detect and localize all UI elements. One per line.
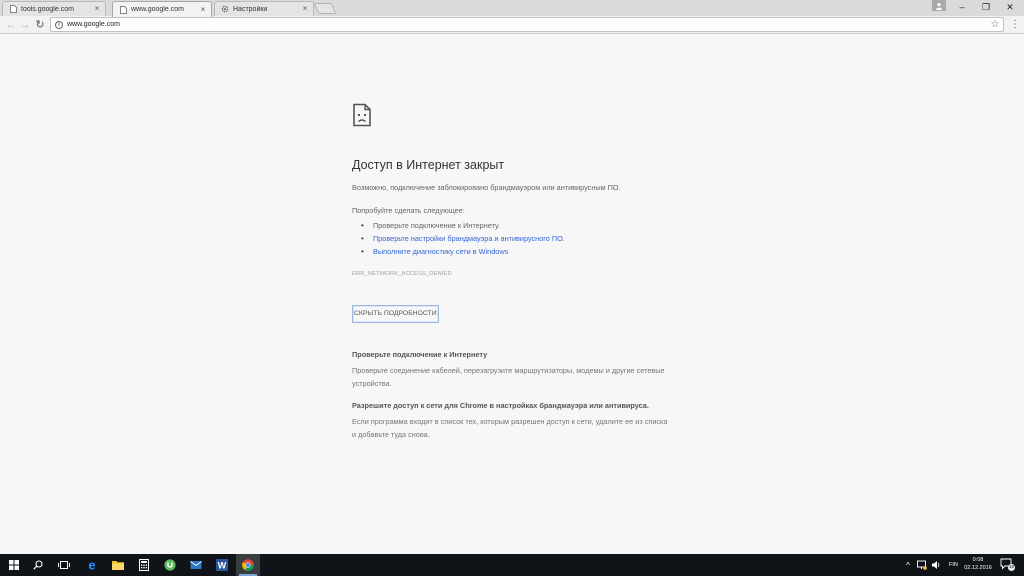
minimize-button[interactable]: – <box>950 0 974 14</box>
tab-tools-google[interactable]: tools.google.com × <box>2 1 106 16</box>
volume-icon[interactable] <box>931 560 941 570</box>
action-center-button[interactable]: 19 <box>1000 558 1016 572</box>
clock-date: 02.12.2016 <box>964 565 992 571</box>
error-description: Возможно, подключение заблокировано бран… <box>352 183 621 192</box>
detail-heading: Разрешите доступ к сети для Chrome в нас… <box>352 401 649 410</box>
tray-chevron-icon[interactable]: ^ <box>903 561 913 570</box>
chrome-button[interactable] <box>236 554 260 576</box>
back-button[interactable]: ← <box>4 18 18 32</box>
info-icon[interactable]: i <box>55 20 63 29</box>
new-tab-button[interactable] <box>313 3 337 14</box>
calculator-button[interactable] <box>132 554 156 576</box>
profile-button[interactable] <box>932 0 946 11</box>
word-button[interactable]: W <box>210 554 234 576</box>
hide-details-button[interactable]: СКРЫТЬ ПОДРОБНОСТИ <box>352 305 439 323</box>
file-explorer-icon <box>112 561 124 570</box>
utorrent-icon <box>164 559 176 571</box>
mail-icon <box>190 561 202 569</box>
person-icon <box>936 2 942 10</box>
word-icon: W <box>216 559 228 571</box>
address-bar[interactable]: i www.google.com ☆ <box>50 17 1004 32</box>
browser-window: tools.google.com × www.google.com × Наст… <box>0 0 1024 576</box>
error-container: Доступ в Интернет закрыт Возможно, подкл… <box>352 103 692 441</box>
detail-allow-chrome: Разрешите доступ к сети для Chrome в нас… <box>352 401 692 441</box>
detail-text: Проверьте соединение кабелей, перезагруз… <box>352 366 665 388</box>
tab-www-google[interactable]: www.google.com × <box>112 1 212 17</box>
detail-heading: Проверьте подключение к Интернету <box>352 350 488 359</box>
detail-check-connection: Проверьте подключение к Интернету Провер… <box>352 350 692 390</box>
page-icon <box>9 5 17 13</box>
error-code: ERR_NETWORK_ACCESS_DENIED <box>352 271 452 277</box>
tab-title: tools.google.com <box>21 5 74 13</box>
system-tray: ^ FIN <box>903 554 958 576</box>
search-icon <box>33 560 43 570</box>
check-firewall-link[interactable]: Проверьте настройки брандмауэра и антиви… <box>373 234 565 243</box>
bookmark-star-icon[interactable]: ☆ <box>989 19 1001 30</box>
tab-strip: tools.google.com × www.google.com × Наст… <box>0 0 1024 17</box>
network-icon[interactable] <box>917 560 927 570</box>
clock-time: 0:08 <box>972 557 984 563</box>
chrome-icon <box>242 559 254 571</box>
utorrent-button[interactable] <box>158 554 182 576</box>
close-icon[interactable]: × <box>199 5 207 14</box>
edge-icon: e <box>88 559 95 571</box>
language-indicator[interactable]: FIN <box>949 562 958 568</box>
windows-taskbar: e W ^ FIN 0:08 02.12.2016 19 <box>0 554 1024 576</box>
close-icon[interactable]: × <box>93 5 101 13</box>
forward-button[interactable]: → <box>18 18 32 32</box>
url-text[interactable]: www.google.com <box>67 21 989 28</box>
notification-count: 19 <box>1008 564 1014 569</box>
chrome-menu-button[interactable]: ⋮ <box>1010 19 1020 31</box>
start-icon <box>9 560 19 570</box>
task-view-icon <box>58 561 70 569</box>
close-window-button[interactable]: ✕ <box>998 0 1022 14</box>
sad-page-icon <box>353 103 371 127</box>
tab-title: www.google.com <box>131 6 184 13</box>
tab-title: Настройки <box>233 5 268 13</box>
suggestions-list: Проверьте подключение к Интернету. Прове… <box>361 219 692 258</box>
browser-toolbar: ← → ↻ i www.google.com ☆ ⋮ <box>0 16 1024 34</box>
suggestion-check-firewall[interactable]: Проверьте настройки брандмауэра и антиви… <box>361 232 692 245</box>
gear-icon <box>221 5 229 13</box>
restore-button[interactable]: ❐ <box>974 0 998 14</box>
svg-text:W: W <box>218 561 227 571</box>
file-explorer-button[interactable] <box>106 554 130 576</box>
edge-button[interactable]: e <box>80 554 104 576</box>
suggestions-title: Попробуйте сделать следующее: <box>352 206 465 215</box>
suggestion-run-diagnostics[interactable]: Выполните диагностику сети в Windows <box>361 245 692 258</box>
page-content: Доступ в Интернет закрыт Возможно, подкл… <box>0 35 1024 554</box>
page-icon <box>119 5 127 14</box>
mail-button[interactable] <box>184 554 208 576</box>
svg-text:e: e <box>88 559 95 571</box>
taskbar-clock[interactable]: 0:08 02.12.2016 <box>960 556 996 572</box>
detail-text: Если программа входит в список тех, кото… <box>352 417 668 439</box>
tab-settings[interactable]: Настройки × <box>214 1 314 16</box>
task-view-button[interactable] <box>52 554 76 576</box>
reload-button[interactable]: ↻ <box>33 18 47 32</box>
calculator-icon <box>139 559 149 571</box>
error-title: Доступ в Интернет закрыт <box>352 158 505 172</box>
search-button[interactable] <box>26 554 50 576</box>
run-diagnostics-link[interactable]: Выполните диагностику сети в Windows <box>373 247 508 256</box>
start-button[interactable] <box>2 554 26 576</box>
suggestion-check-connection: Проверьте подключение к Интернету. <box>361 219 692 232</box>
close-icon[interactable]: × <box>301 5 309 13</box>
